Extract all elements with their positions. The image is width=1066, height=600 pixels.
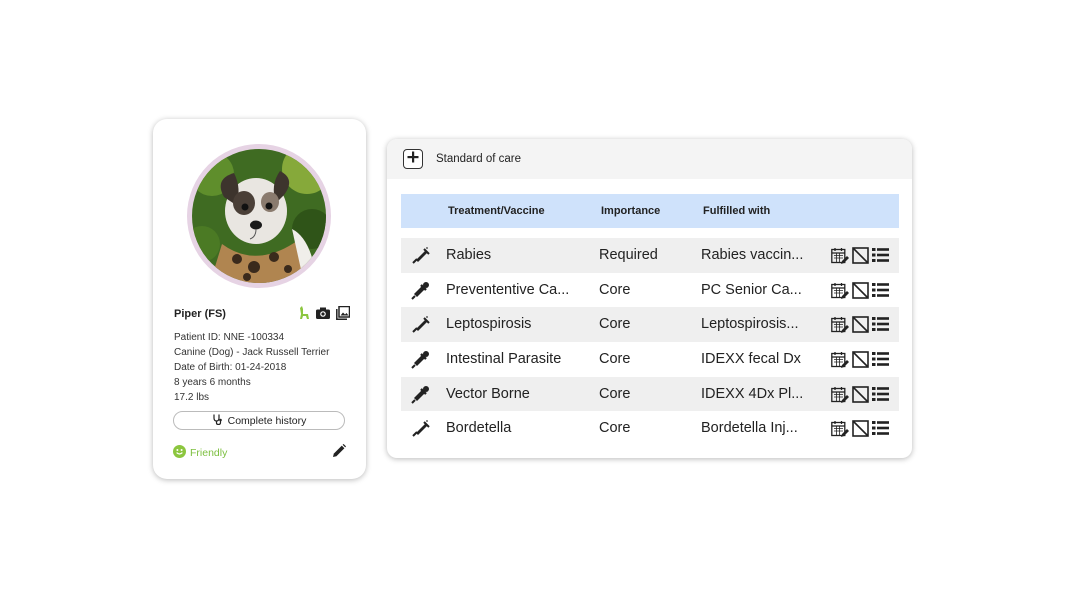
column-header-fulfilled[interactable]: Fulfilled with — [703, 205, 770, 217]
importance-value: Core — [599, 420, 631, 437]
syringe-icon — [410, 246, 430, 270]
table-row[interactable]: Bordetella Core Bordetella Inj... — [401, 411, 899, 446]
plus-icon — [407, 150, 419, 168]
patient-card: Piper (FS) Patient ID: NNE -100334 Canin… — [153, 119, 366, 479]
syringe-icon — [410, 419, 430, 443]
fulfilled-with-value[interactable]: IDEXX 4Dx Pl... — [701, 386, 803, 402]
schedule-edit-icon[interactable] — [831, 420, 849, 442]
treatment-name: Leptospirosis — [446, 316, 532, 333]
list-icon[interactable] — [872, 316, 889, 338]
table-row[interactable]: Prevententive Ca... Core PC Senior Ca... — [401, 273, 899, 308]
temperament-badge: Friendly — [173, 445, 227, 461]
importance-value: Core — [599, 316, 631, 333]
table-row[interactable]: Intestinal Parasite Core IDEXX fecal Dx — [401, 342, 899, 377]
care-table-header: Treatment/Vaccine Importance Fulfilled w… — [401, 194, 899, 228]
patient-name-row: Piper (FS) — [174, 306, 350, 322]
standard-of-care-panel: Standard of care Treatment/Vaccine Impor… — [387, 139, 912, 458]
patient-weight: 17.2 lbs — [174, 392, 210, 403]
smiley-icon — [173, 445, 186, 461]
decline-icon[interactable] — [852, 351, 869, 373]
treatment-name: Rabies — [446, 247, 492, 263]
treatment-name: Prevententive Ca... — [446, 281, 570, 298]
syringe-icon — [410, 315, 430, 339]
schedule-edit-icon[interactable] — [831, 282, 849, 304]
fulfilled-with-value[interactable]: Rabies vaccin... — [701, 247, 803, 263]
care-panel-header: Standard of care — [387, 139, 912, 179]
list-icon[interactable] — [872, 247, 889, 269]
pill-dropper-icon — [410, 350, 430, 374]
schedule-edit-icon[interactable] — [831, 316, 849, 338]
list-icon[interactable] — [872, 282, 889, 304]
importance-value: Core — [599, 351, 631, 368]
importance-value: Core — [599, 281, 631, 298]
schedule-edit-icon[interactable] — [831, 386, 849, 408]
fulfilled-with-value[interactable]: IDEXX fecal Dx — [701, 351, 801, 367]
dog-species-icon — [298, 306, 310, 320]
schedule-edit-icon[interactable] — [831, 247, 849, 269]
fulfilled-with-value[interactable]: PC Senior Ca... — [701, 282, 802, 298]
patient-species-breed: Canine (Dog) - Jack Russell Terrier — [174, 347, 330, 358]
pill-dropper-icon — [410, 281, 430, 305]
stethoscope-icon — [212, 414, 223, 428]
importance-value: Core — [599, 385, 631, 402]
patient-info: Patient ID: NNE -100334 Canine (Dog) - J… — [174, 330, 329, 405]
list-icon[interactable] — [872, 386, 889, 408]
patient-id: Patient ID: NNE -100334 — [174, 332, 285, 343]
row-actions — [831, 316, 889, 338]
row-actions — [831, 420, 889, 442]
treatment-name: Intestinal Parasite — [446, 351, 562, 368]
temperament-label: Friendly — [190, 447, 228, 459]
table-row[interactable]: Vector Borne Core IDEXX 4Dx Pl... — [401, 376, 899, 412]
patient-name: Piper (FS) — [174, 308, 226, 320]
row-actions — [831, 281, 889, 304]
complete-history-button[interactable]: Complete history — [173, 411, 345, 430]
schedule-edit-icon[interactable] — [831, 351, 849, 373]
decline-icon[interactable] — [852, 316, 869, 338]
list-icon[interactable] — [872, 420, 889, 442]
row-actions — [831, 385, 889, 408]
importance-value: Required — [599, 247, 658, 263]
fulfilled-with-value[interactable]: Bordetella Inj... — [701, 420, 798, 436]
decline-icon[interactable] — [852, 420, 869, 442]
edit-patient-pencil-icon[interactable] — [332, 444, 346, 463]
table-row[interactable]: Rabies Required Rabies vaccin... — [401, 238, 899, 273]
table-row[interactable]: Leptospirosis Core Leptospirosis... — [401, 307, 899, 343]
complete-history-label: Complete history — [227, 414, 307, 427]
patient-dob: Date of Birth: 01-24-2018 — [174, 362, 287, 373]
avatar[interactable] — [192, 149, 326, 283]
row-actions — [831, 247, 889, 269]
decline-icon[interactable] — [852, 281, 869, 304]
treatment-name: Vector Borne — [446, 385, 530, 402]
care-table-body: Rabies Required Rabies vaccin... Preventent… — [401, 238, 899, 446]
avatar-ring — [187, 144, 331, 288]
fulfilled-with-value[interactable]: Leptospirosis... — [701, 316, 799, 332]
gallery-icon[interactable] — [336, 306, 350, 320]
decline-icon[interactable] — [852, 385, 869, 408]
row-actions — [831, 351, 889, 373]
column-header-importance[interactable]: Importance — [601, 205, 660, 217]
add-care-button[interactable] — [403, 149, 423, 169]
pill-dropper-icon — [410, 385, 430, 409]
column-header-treatment[interactable]: Treatment/Vaccine — [448, 205, 545, 217]
treatment-name: Bordetella — [446, 420, 512, 437]
list-icon[interactable] — [872, 351, 889, 373]
decline-icon[interactable] — [852, 247, 869, 269]
care-panel-title: Standard of care — [436, 153, 522, 165]
patient-age: 8 years 6 months — [174, 377, 251, 388]
camera-icon[interactable] — [316, 307, 330, 319]
